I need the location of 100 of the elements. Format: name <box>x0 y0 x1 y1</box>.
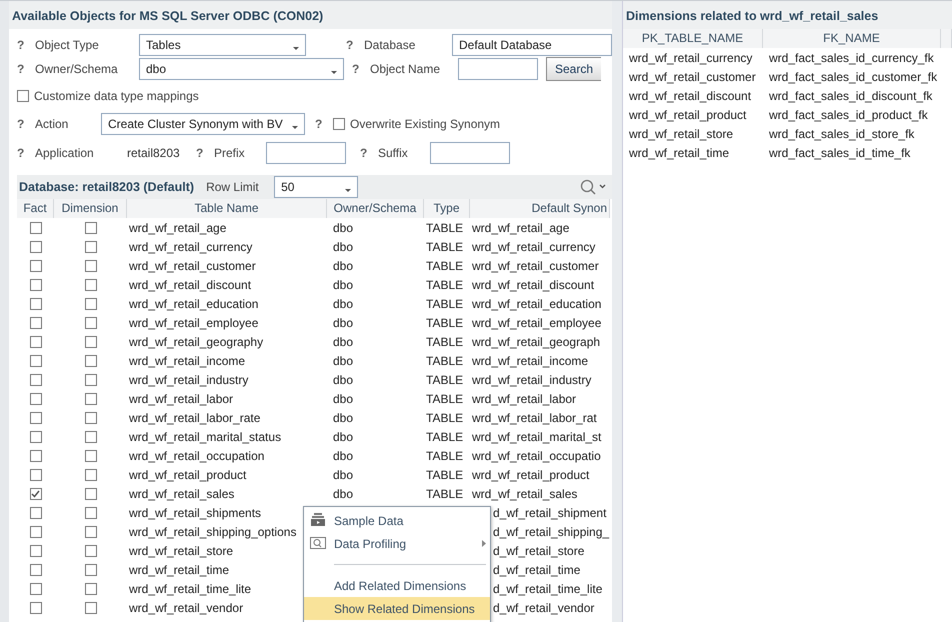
fact-checkbox[interactable] <box>30 488 42 500</box>
dimension-checkbox[interactable] <box>84 564 96 576</box>
table-cell-text: wrd_wf_retail_product <box>471 468 590 482</box>
table-cell-text: dbo <box>332 296 354 310</box>
checkbox[interactable] <box>17 90 29 102</box>
search-icon[interactable] <box>580 179 606 195</box>
fact-checkbox[interactable] <box>30 602 42 614</box>
submenu-arrow-icon <box>482 540 486 547</box>
dimension-checkbox[interactable] <box>84 336 96 348</box>
menu-item[interactable]: Sample Data <box>304 509 490 532</box>
table-cell-text: wrd_fact_sales_id_currency_fk <box>768 50 935 64</box>
help-icon[interactable]: ? <box>17 38 35 52</box>
table-cell-text: wrd_wf_retail_time_lite <box>128 582 252 596</box>
table-cell-text: wrd_wf_retail_labor <box>128 392 234 406</box>
column-header[interactable]: PK_TABLE_NAME <box>623 29 763 48</box>
menu-item[interactable]: Data Profiling <box>304 532 490 555</box>
help-icon[interactable]: ? <box>196 146 214 160</box>
help-icon[interactable]: ? <box>346 38 364 52</box>
table-cell-text: wrd_wf_retail_store <box>128 544 234 558</box>
fact-checkbox[interactable] <box>30 316 42 328</box>
fact-checkbox[interactable] <box>30 544 42 556</box>
dimension-checkbox[interactable] <box>84 222 96 234</box>
fact-checkbox[interactable] <box>30 526 42 538</box>
column-header[interactable]: Fact <box>17 199 54 218</box>
column-header[interactable]: Owner/Schema <box>327 199 424 218</box>
fact-checkbox[interactable] <box>30 564 42 576</box>
column-header[interactable]: Type <box>424 199 470 218</box>
help-icon[interactable]: ? <box>17 117 35 131</box>
fact-checkbox[interactable] <box>30 336 42 348</box>
dimension-checkbox[interactable] <box>84 544 96 556</box>
dimension-checkbox[interactable] <box>84 316 96 328</box>
table-cell-text: d_wf_retail_time <box>492 562 582 576</box>
table-cell-text: wrd_wf_retail_shipping_options <box>128 524 298 538</box>
fact-checkbox[interactable] <box>30 278 42 290</box>
dimension-checkbox[interactable] <box>84 278 96 290</box>
search-button[interactable]: Search <box>546 57 602 81</box>
table-cell-text: wrd_wf_retail_occupatio <box>471 448 602 462</box>
owner-schema-dropdown[interactable]: dbo <box>139 58 344 80</box>
table-cell-text: TABLE <box>425 468 464 482</box>
help-icon[interactable]: ? <box>360 146 378 160</box>
column-header[interactable]: Default Synon <box>470 199 610 218</box>
fact-checkbox[interactable] <box>30 412 42 424</box>
table-cell-text: TABLE <box>425 448 464 462</box>
dimension-checkbox[interactable] <box>84 602 96 614</box>
fact-checkbox[interactable] <box>30 260 42 272</box>
table-cell-text: wrd_wf_retail_employee <box>471 316 602 330</box>
action-dropdown[interactable]: Create Cluster Synonym with BV <box>101 113 305 135</box>
magnifier-icon <box>310 537 326 549</box>
panel-title: Available Objects for MS SQL Server ODBC (CON02) <box>9 1 612 29</box>
dimension-checkbox[interactable] <box>84 412 96 424</box>
database-dropdown[interactable]: Default Database <box>452 34 612 56</box>
dimension-checkbox[interactable] <box>84 374 96 386</box>
dimension-checkbox[interactable] <box>84 392 96 404</box>
dimension-checkbox[interactable] <box>84 354 96 366</box>
dimension-checkbox[interactable] <box>84 240 96 252</box>
fact-checkbox[interactable] <box>30 392 42 404</box>
column-header[interactable]: Table Name <box>127 199 327 218</box>
fact-checkbox[interactable] <box>30 240 42 252</box>
help-icon[interactable]: ? <box>352 62 370 76</box>
menu-item[interactable]: Show Related Dimensions <box>304 597 490 620</box>
fact-checkbox[interactable] <box>30 430 42 442</box>
suffix-field[interactable] <box>430 142 510 164</box>
table-cell-text: dbo <box>332 316 354 330</box>
fact-checkbox[interactable] <box>30 354 42 366</box>
menu-item[interactable]: Add Related Dimensions <box>304 574 490 597</box>
table-cell-text: wrd_wf_retail_education <box>471 296 602 310</box>
row-limit-dropdown[interactable]: 50 <box>274 176 358 198</box>
fact-checkbox[interactable] <box>30 374 42 386</box>
fact-checkbox[interactable] <box>30 506 42 518</box>
table-cell-text: TABLE <box>425 258 464 272</box>
table-cell-text: wrd_wf_retail_shipments <box>128 506 262 520</box>
dimension-checkbox[interactable] <box>84 298 96 310</box>
fact-checkbox[interactable] <box>30 222 42 234</box>
fact-checkbox[interactable] <box>30 450 42 462</box>
dimension-checkbox[interactable] <box>84 450 96 462</box>
table-cell-text: wrd_wf_retail_currency <box>128 240 254 254</box>
checkbox[interactable] <box>333 118 345 130</box>
prefix-field[interactable] <box>266 142 346 164</box>
fact-checkbox[interactable] <box>30 298 42 310</box>
object-name-field[interactable] <box>458 58 538 80</box>
dimension-checkbox[interactable] <box>84 430 96 442</box>
table-cell-text: TABLE <box>425 334 464 348</box>
table-cell-text: d_wf_retail_store <box>492 544 586 558</box>
object-type-dropdown[interactable]: Tables <box>139 34 306 56</box>
help-icon[interactable]: ? <box>315 117 333 131</box>
table-cell-text: wrd_wf_retail_labor <box>471 392 578 406</box>
column-header[interactable]: FK_NAME <box>763 29 941 48</box>
dimension-checkbox[interactable] <box>84 526 96 538</box>
dimension-checkbox[interactable] <box>84 506 96 518</box>
fact-checkbox[interactable] <box>30 468 42 480</box>
table-cell-text: wrd_fact_sales_id_store_fk <box>768 126 916 140</box>
column-header[interactable]: Dimension <box>54 199 127 218</box>
dimension-checkbox[interactable] <box>84 260 96 272</box>
dimension-checkbox[interactable] <box>84 582 96 594</box>
dimension-checkbox[interactable] <box>84 468 96 480</box>
help-icon[interactable]: ? <box>17 146 35 160</box>
table-cell-text: wrd_wf_retail_marital_st <box>471 430 602 444</box>
fact-checkbox[interactable] <box>30 582 42 594</box>
dimension-checkbox[interactable] <box>84 488 96 500</box>
help-icon[interactable]: ? <box>17 62 35 76</box>
